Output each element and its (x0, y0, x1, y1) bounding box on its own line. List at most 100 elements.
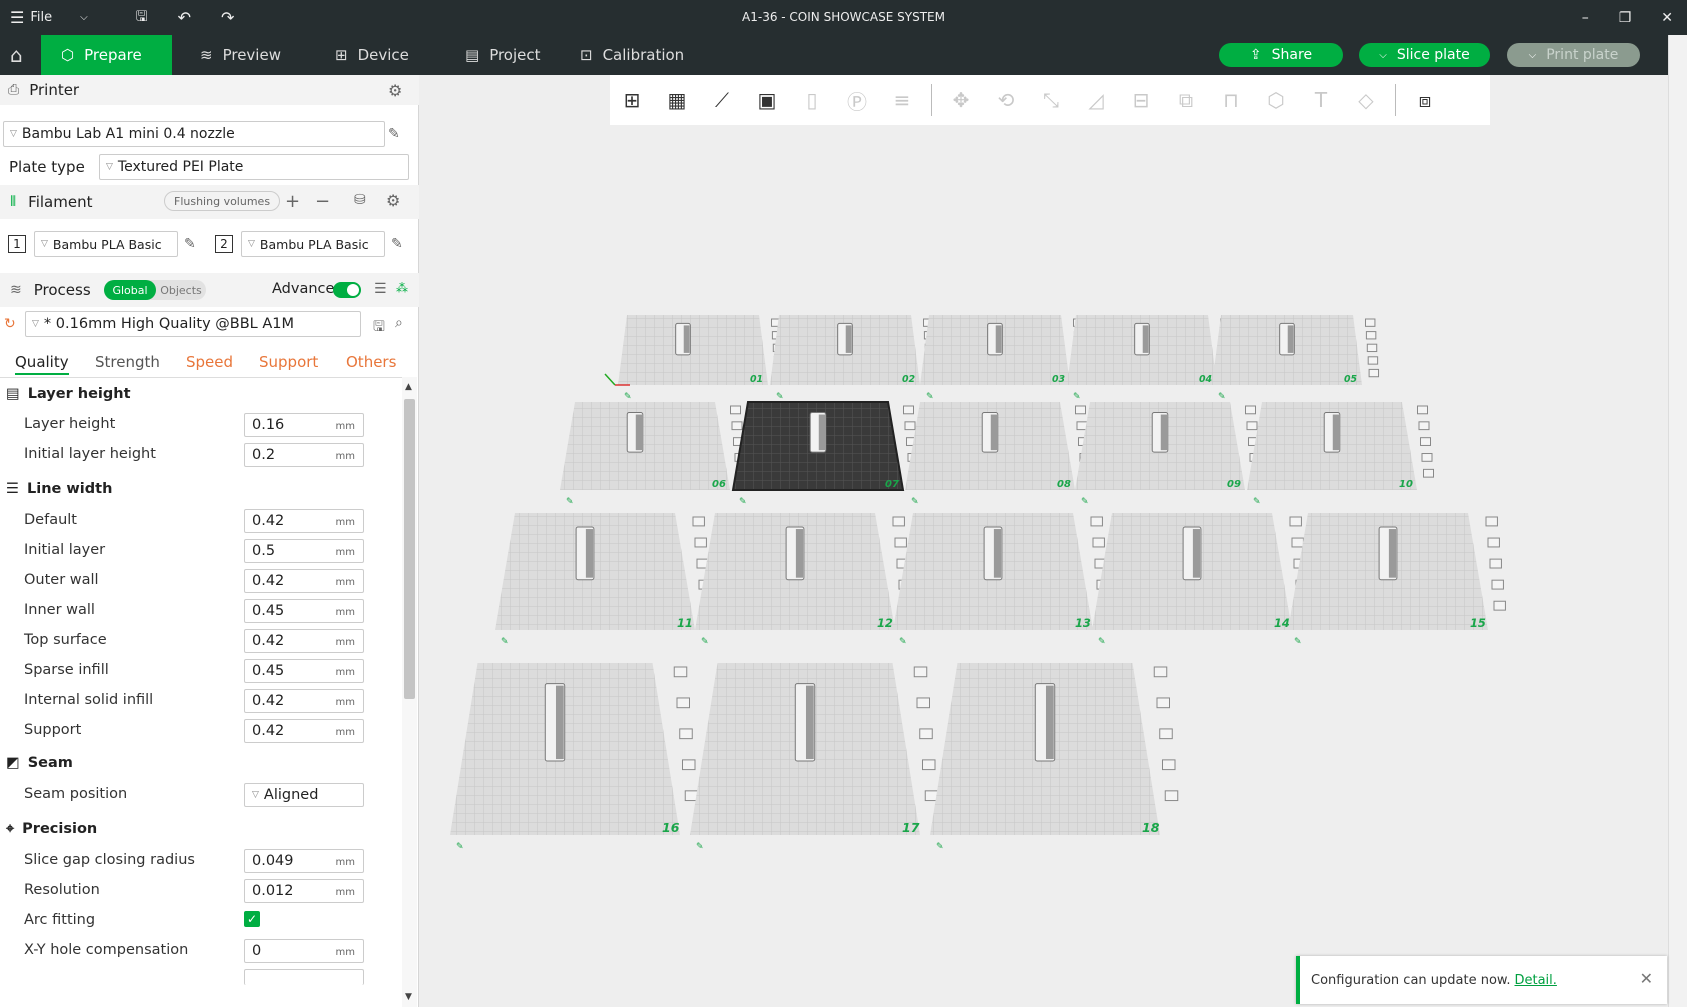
plate-tool-icon[interactable] (1156, 697, 1170, 709)
tab-project[interactable]: ▤ Project (445, 35, 561, 75)
plate-tool-icon[interactable] (1159, 728, 1173, 740)
plate-tool-icon[interactable] (1489, 558, 1502, 569)
list-icon[interactable]: ☰ (374, 281, 387, 297)
plate-tool-icon[interactable] (1365, 318, 1376, 327)
minus-icon[interactable]: − (315, 191, 330, 212)
chevron-up-icon[interactable]: ▲ (405, 382, 412, 392)
plate-tool-icon[interactable] (1420, 437, 1431, 446)
print-plate-button[interactable]: ⌵ Print plate (1507, 43, 1640, 67)
reset-icon[interactable]: ↻ (4, 316, 16, 332)
chevron-down-icon[interactable]: ▼ (405, 992, 412, 1002)
printer-select[interactable]: ▽ Bambu Lab A1 mini 0.4 nozzle (3, 121, 385, 147)
advance-toggle[interactable] (333, 282, 361, 298)
arc-fitting-checkbox[interactable]: ✓ (244, 911, 260, 927)
gear-icon[interactable]: ⚙ (388, 81, 402, 100)
tab-preview[interactable]: ≋ Preview (180, 35, 301, 75)
home-button[interactable]: ⌂ (0, 35, 33, 75)
tab-quality[interactable]: Quality (15, 353, 69, 375)
slice-gap-closing-radius-input[interactable]: 0.049 mm (244, 849, 364, 873)
global-option[interactable]: Global (104, 280, 156, 300)
edit-icon[interactable]: ✎ (391, 236, 403, 252)
build-plate[interactable]: 12 ✎ (695, 513, 913, 647)
build-plate[interactable]: 06 ✎ (560, 402, 747, 507)
plate-tool-icon[interactable] (1417, 405, 1428, 415)
edit-plate-icon[interactable]: ✎ (1218, 392, 1226, 402)
plate-tool-icon[interactable] (1092, 537, 1105, 548)
internal-solid-infill-input[interactable]: 0.42 mm (244, 689, 364, 713)
notification-detail-link[interactable]: Detail. (1514, 973, 1556, 988)
plate-tool-icon[interactable] (1366, 343, 1378, 353)
plate-tool-icon[interactable] (1423, 468, 1434, 478)
chevron-down-icon[interactable]: ⌵ (80, 12, 88, 23)
close-icon[interactable]: ✕ (1661, 10, 1673, 26)
edit-plate-icon[interactable]: ✎ (501, 637, 509, 647)
edit-plate-icon[interactable]: ✎ (739, 497, 747, 507)
plate-tool-icon[interactable] (1367, 356, 1379, 365)
edit-icon[interactable]: ✎ (184, 236, 196, 252)
edit-plate-icon[interactable]: ✎ (1081, 497, 1089, 507)
plate-tool-icon[interactable] (903, 405, 914, 415)
plate-tool-icon[interactable] (1368, 368, 1380, 378)
edit-plate-icon[interactable]: ✎ (1294, 637, 1302, 647)
tab-others[interactable]: Others (346, 353, 396, 371)
edit-plate-icon[interactable]: ✎ (696, 842, 704, 852)
edit-plate-icon[interactable]: ✎ (911, 497, 919, 507)
edit-plate-icon[interactable]: ✎ (899, 637, 907, 647)
tab-speed[interactable]: Speed (186, 353, 233, 371)
plate-tool-icon[interactable] (1245, 405, 1256, 415)
build-plate[interactable]: 02 ✎ (770, 315, 938, 402)
save-icon[interactable]: 🖫 (136, 6, 148, 30)
tab-support[interactable]: Support (259, 353, 318, 371)
resolution-input[interactable]: 0.012 mm (244, 879, 364, 903)
build-plate[interactable]: 11 ✎ (495, 513, 713, 647)
plate-tool-icon[interactable] (1418, 421, 1430, 431)
close-icon[interactable]: ✕ (1640, 969, 1653, 988)
edit-plate-icon[interactable]: ✎ (1098, 637, 1106, 647)
xy-hole-compensation-input[interactable]: 0 mm (244, 939, 364, 963)
flushing-volumes-button[interactable]: Flushing volumes (164, 191, 281, 211)
plate-tool-icon[interactable] (1365, 331, 1377, 340)
build-plate[interactable]: 15 ✎ (1288, 513, 1506, 647)
seam-position-select[interactable]: ▽ Aligned (244, 783, 364, 807)
edit-plate-icon[interactable]: ✎ (566, 497, 574, 507)
filament-sync-icon[interactable]: ⛁ (354, 192, 366, 208)
plate-tool-icon[interactable] (694, 537, 707, 548)
plate-tool-icon[interactable] (1090, 516, 1103, 527)
3d-viewport[interactable]: ⊞ ▦ ⟋ ▣ ▯ Ⓟ ≡ ✥ ⟲ ⤡ ◿ ⊟ ⧉ ⊓ ⬡ T ◇ ⧈ 01 ✎… (420, 75, 1668, 1007)
initial-layer-height-input[interactable]: 0.2 mm (244, 443, 364, 467)
plate-tool-icon[interactable] (1162, 759, 1176, 771)
build-plate[interactable]: 07 ✎ (731, 401, 920, 507)
menu-file-button[interactable]: ☰ File (10, 8, 52, 27)
inner-wall-input[interactable]: 0.45 mm (244, 599, 364, 623)
plate-tool-icon[interactable] (892, 516, 905, 527)
plate-tool-icon[interactable] (682, 759, 696, 771)
plate-tool-icon[interactable] (673, 666, 688, 678)
process-preset-select[interactable]: ▽ * 0.16mm High Quality @BBL A1M (25, 311, 361, 337)
plate-tool-icon[interactable] (1075, 405, 1086, 415)
plate-tool-icon[interactable] (676, 697, 690, 709)
plate-tool-icon[interactable] (730, 405, 741, 415)
objects-option[interactable]: Objects (156, 280, 206, 300)
plate-tool-icon[interactable] (1164, 790, 1179, 802)
slice-plate-button[interactable]: ⌵ Slice plate (1359, 43, 1490, 67)
edit-plate-icon[interactable]: ✎ (1073, 392, 1081, 402)
edit-plate-icon[interactable]: ✎ (1253, 497, 1261, 507)
build-plate[interactable]: 05 ✎ (1212, 315, 1380, 402)
build-plate[interactable]: 08 ✎ (905, 402, 1092, 507)
scrollbar-thumb[interactable] (404, 399, 415, 699)
build-plate[interactable]: 09 ✎ (1075, 402, 1262, 507)
edit-plate-icon[interactable]: ✎ (936, 842, 944, 852)
scrollbar[interactable]: ▲ ▼ (402, 377, 417, 1007)
plate-tool-icon[interactable] (1246, 421, 1258, 431)
edit-plate-icon[interactable]: ✎ (701, 637, 709, 647)
tab-strength[interactable]: Strength (95, 353, 160, 371)
plate-tool-icon[interactable] (1491, 579, 1504, 590)
build-plate[interactable]: 17 ✎ (690, 663, 939, 852)
tab-prepare[interactable]: ⬡ Prepare (41, 35, 172, 75)
build-plate[interactable]: 14 ✎ (1092, 513, 1310, 647)
outer-wall-input[interactable]: 0.42 mm (244, 569, 364, 593)
plate-tool-icon[interactable] (692, 516, 705, 527)
plus-icon[interactable]: + (285, 191, 300, 212)
plate-tool-icon[interactable] (1487, 537, 1500, 548)
edit-plate-icon[interactable]: ✎ (776, 392, 784, 402)
